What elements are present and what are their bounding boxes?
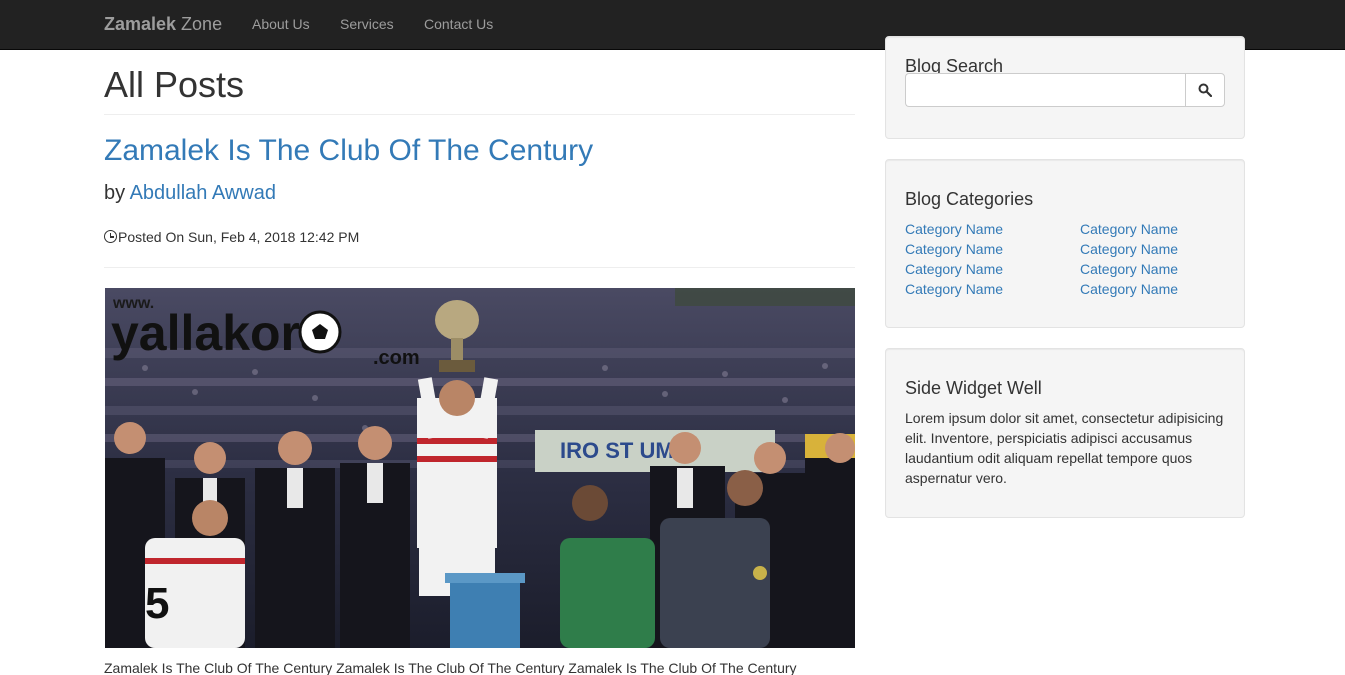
author-prefix: by	[104, 182, 130, 204]
watermark-logo: yallakora	[111, 305, 329, 361]
nav-services[interactable]: Services	[340, 15, 394, 33]
page-title: All Posts	[104, 64, 245, 105]
page-header: All Posts	[104, 64, 855, 115]
post-meta: Posted On Sun, Feb 4, 2018 12:42 PM	[104, 228, 359, 246]
author-link[interactable]: Abdullah Awwad	[130, 182, 276, 204]
post-divider	[104, 267, 855, 268]
category-link[interactable]: Category Name	[1080, 280, 1178, 298]
side-widget-well: Side Widget Well Lorem ipsum dolor sit a…	[885, 348, 1245, 518]
post-image: IRO ST UM www. yallakora .com 5	[105, 288, 855, 648]
post-author-line: by Abdullah Awwad	[104, 180, 276, 206]
post-excerpt: Zamalek Is The Club Of The Century Zamal…	[104, 660, 797, 675]
svg-text:5: 5	[145, 579, 169, 628]
brand-link[interactable]: Zamalek Zone	[104, 13, 222, 35]
category-link[interactable]: Category Name	[1080, 220, 1178, 238]
category-link[interactable]: Category Name	[905, 260, 1003, 278]
watermark-tld: .com	[373, 347, 420, 369]
clock-icon	[104, 230, 117, 243]
blog-search-well: Blog Search	[885, 36, 1245, 139]
stadium-banner-text: IRO ST UM	[560, 438, 674, 463]
search-input[interactable]	[905, 73, 1186, 107]
blog-categories-title: Blog Categories	[905, 189, 1034, 209]
trophy-celebration-photo: IRO ST UM www. yallakora .com 5	[105, 288, 855, 648]
brand-rest: Zone	[176, 14, 223, 34]
search-button[interactable]	[1185, 73, 1225, 107]
post-title-link[interactable]: Zamalek Is The Club Of The Century	[104, 133, 593, 169]
category-link[interactable]: Category Name	[905, 240, 1003, 258]
category-link[interactable]: Category Name	[905, 280, 1003, 298]
search-icon	[1198, 83, 1212, 97]
category-link[interactable]: Category Name	[1080, 240, 1178, 258]
side-widget-text: Lorem ipsum dolor sit amet, consectetur …	[905, 410, 1224, 486]
brand-bold: Zamalek	[104, 14, 177, 34]
side-widget-title: Side Widget Well	[905, 378, 1042, 398]
posted-on-text: Posted On Sun, Feb 4, 2018 12:42 PM	[118, 229, 360, 245]
category-link[interactable]: Category Name	[1080, 260, 1178, 278]
category-link[interactable]: Category Name	[905, 220, 1003, 238]
nav-contact-us[interactable]: Contact Us	[424, 15, 493, 33]
blog-categories-well: Blog Categories Category Name Category N…	[885, 159, 1245, 328]
nav-about-us[interactable]: About Us	[252, 15, 310, 33]
